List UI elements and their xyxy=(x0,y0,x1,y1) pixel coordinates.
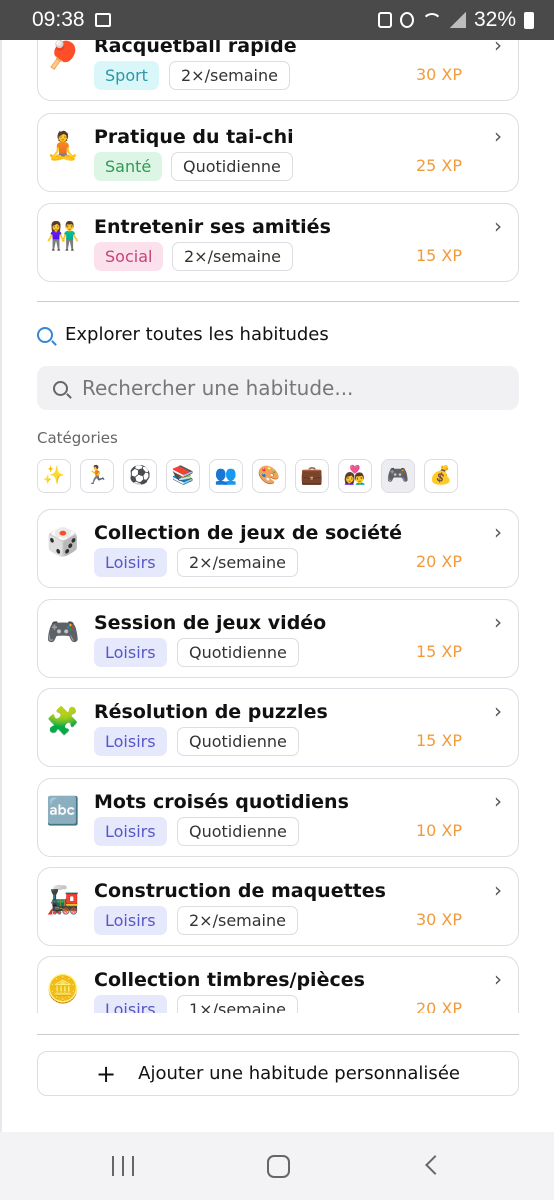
list-clip: 🪙 Collection timbres/pièces › Loisirs 1×… xyxy=(0,40,554,1013)
chevron-right-icon: › xyxy=(494,967,502,991)
back-icon[interactable] xyxy=(425,1155,445,1175)
bottom-divider xyxy=(37,1034,519,1035)
recent-apps-icon[interactable] xyxy=(112,1156,134,1176)
coin-icon: 🪙 xyxy=(46,974,80,1005)
system-nav-bar xyxy=(0,1132,554,1200)
photo-notification-icon xyxy=(94,13,111,27)
habit-card-collection[interactable]: 🪙 Collection timbres/pièces › Loisirs 1×… xyxy=(37,956,519,1013)
battery-percent: 32% xyxy=(473,8,516,31)
frequency-badge: 1×/semaine xyxy=(177,995,298,1013)
habit-explorer: 🏓 Racquetball rapide › Sport 2×/semaine … xyxy=(0,40,554,1132)
status-bar: 09:38 32% xyxy=(0,0,554,40)
add-button-label: Ajouter une habitude personnalisée xyxy=(138,1063,460,1084)
add-custom-habit-button[interactable]: + Ajouter une habitude personnalisée xyxy=(37,1051,519,1096)
plus-icon: + xyxy=(96,1059,117,1088)
status-time: 09:38 xyxy=(32,8,85,31)
status-icons: 32% xyxy=(377,8,534,32)
category-badge: Loisirs xyxy=(94,995,167,1013)
home-icon[interactable] xyxy=(267,1155,290,1178)
battery-saver-icon xyxy=(377,12,392,28)
battery-icon xyxy=(524,11,534,29)
alarm-icon xyxy=(399,12,414,28)
signal-icon xyxy=(449,12,466,28)
xp-value: 20 XP xyxy=(415,999,462,1013)
wifi-icon xyxy=(421,13,442,27)
habit-title: Collection timbres/pièces xyxy=(94,969,365,991)
